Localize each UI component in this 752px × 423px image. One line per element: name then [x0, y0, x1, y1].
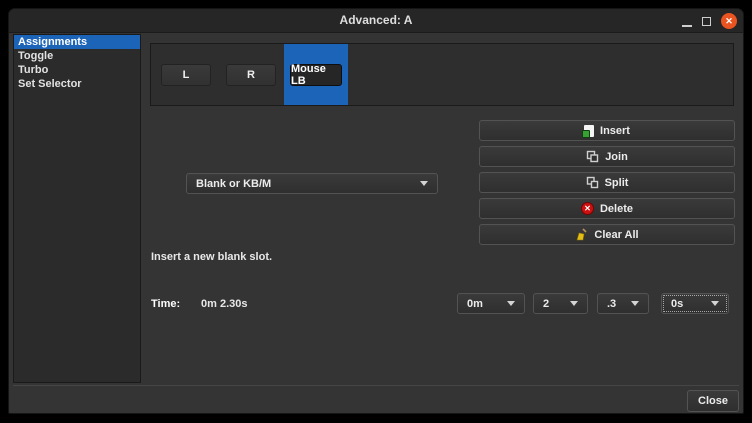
time-label: Time: [151, 298, 180, 310]
time-dropdown-seconds-value: 2 [543, 298, 549, 310]
join-button[interactable]: Join [479, 146, 735, 167]
titlebar: Advanced: A ✕ [9, 9, 743, 33]
chevron-down-icon [420, 181, 428, 186]
sidebar-item-assignments[interactable]: Assignments [14, 35, 140, 49]
close-button[interactable]: Close [687, 390, 739, 412]
sidebar-item-set-selector[interactable]: Set Selector [14, 77, 140, 91]
split-icon [586, 176, 599, 189]
time-dropdown-hundredths[interactable]: 0s [661, 293, 729, 314]
action-button-stack: Insert Join Split ✕ Delete Cle [479, 120, 735, 245]
join-button-label: Join [605, 151, 628, 163]
split-button-label: Split [605, 177, 629, 189]
join-icon [586, 150, 599, 163]
chevron-down-icon [631, 301, 639, 306]
advanced-dialog-window: Advanced: A ✕ Assignments Toggle Turbo S… [8, 8, 744, 414]
preset-dropdown-value: Blank or KB/M [196, 178, 271, 190]
time-value: 0m 2.30s [201, 298, 247, 310]
time-dropdown-hundredths-value: 0s [671, 298, 683, 310]
time-dropdown-seconds[interactable]: 2 [533, 293, 588, 314]
chevron-down-icon [570, 301, 578, 306]
delete-button-label: Delete [600, 203, 633, 215]
clear-all-icon [575, 228, 588, 241]
time-dropdown-tenths[interactable]: .3 [597, 293, 649, 314]
slot-button-mouse-lb[interactable]: Mouse LB [290, 64, 342, 86]
insert-document-icon [584, 125, 594, 137]
sidebar: Assignments Toggle Turbo Set Selector [13, 34, 141, 383]
clear-all-button[interactable]: Clear All [479, 224, 735, 245]
insert-button[interactable]: Insert [479, 120, 735, 141]
insert-button-label: Insert [600, 125, 630, 137]
close-icon[interactable]: ✕ [721, 13, 737, 29]
preset-dropdown[interactable]: Blank or KB/M [186, 173, 438, 194]
time-dropdown-tenths-value: .3 [607, 298, 616, 310]
delete-icon: ✕ [581, 202, 594, 215]
time-dropdown-minutes-value: 0m [467, 298, 483, 310]
clear-all-button-label: Clear All [594, 229, 638, 241]
chevron-down-icon [507, 301, 515, 306]
slot-button-l[interactable]: L [161, 64, 211, 86]
window-title: Advanced: A [9, 9, 743, 32]
split-button[interactable]: Split [479, 172, 735, 193]
chevron-down-icon [711, 301, 719, 306]
sidebar-item-toggle[interactable]: Toggle [14, 49, 140, 63]
slot-button-r[interactable]: R [226, 64, 276, 86]
sidebar-item-turbo[interactable]: Turbo [14, 63, 140, 77]
footer-separator [13, 385, 739, 386]
delete-button[interactable]: ✕ Delete [479, 198, 735, 219]
window-controls: ✕ [682, 9, 737, 33]
maximize-icon[interactable] [702, 17, 711, 26]
time-dropdown-minutes[interactable]: 0m [457, 293, 525, 314]
minimize-icon[interactable] [682, 15, 692, 27]
status-text: Insert a new blank slot. [151, 251, 272, 263]
slot-strip-panel: L R Mouse LB [150, 43, 734, 106]
